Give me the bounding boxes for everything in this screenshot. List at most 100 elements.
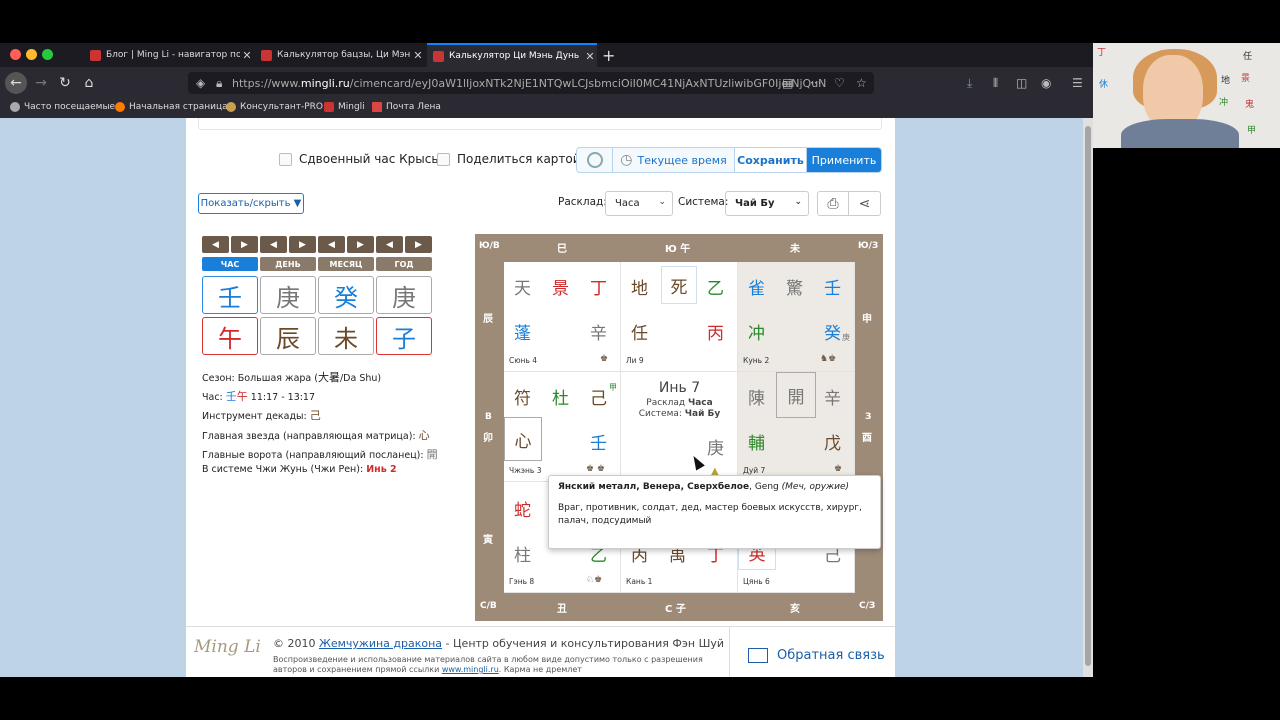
bookmark-start-page[interactable]: Начальная страница (115, 102, 228, 112)
sidebar-icon[interactable]: ◫ (1016, 76, 1027, 90)
palace-dui[interactable]: 陳 開 辛 輔 戊 Дуй 7 ♚ (738, 372, 855, 482)
direction-label: С/В (480, 601, 497, 611)
main-gate-info: Главные ворота (направляющий посланец): … (202, 448, 438, 461)
url-bar[interactable]: https://www. mingli.ru/cimencard/eyJ0aW1l… (188, 72, 874, 94)
close-tab-icon[interactable]: ✕ (240, 49, 254, 62)
download-icon[interactable]: ⤓ (967, 76, 972, 91)
forward-icon[interactable]: → (30, 72, 52, 94)
palace-zhen[interactable]: 符 杜 己 甲 心 壬 Чжэнь 3 ♚ ♚ (504, 372, 621, 482)
tab-bazi-calculator[interactable]: Калькулятор бацзы, Ци Мэнь ✕ (255, 43, 425, 67)
mingli-site-link[interactable]: www.mingli.ru (442, 665, 499, 674)
pillar-prev-button[interactable]: ◀ (318, 236, 345, 253)
pillar-next-button[interactable]: ▶ (405, 236, 432, 253)
firefox-icon (115, 102, 125, 112)
shield-icon[interactable]: ◈ (196, 76, 205, 90)
pillar-label[interactable]: МЕСЯЦ (318, 257, 374, 271)
pillar-prev-button[interactable]: ◀ (202, 236, 229, 253)
mingli-favicon-icon (433, 50, 444, 62)
clock-icon: ◷ (620, 152, 633, 168)
account-icon[interactable]: ◉ (1041, 76, 1051, 90)
reader-view-icon[interactable]: ▤ (782, 76, 793, 90)
feedback-link[interactable]: Обратная связь (748, 648, 885, 663)
back-icon[interactable]: ← (5, 72, 27, 94)
king-icon: ♚ (600, 354, 609, 364)
show-hide-button[interactable]: Показать/скрыть ▼ (198, 193, 304, 214)
qimen-chart: Ю/В 巳 Ю 午 未 Ю/З 辰 В 卯 寅 申 З 酉 戌 С/В 丑 С … (475, 234, 883, 621)
mingli-favicon-icon (324, 102, 334, 112)
menu-icon[interactable]: ☰ (1072, 76, 1083, 90)
system-select[interactable]: Чай Бу ⌄ (725, 191, 809, 216)
main-star-info: Главная звезда (направляющая матрица): 心 (202, 429, 430, 442)
pillar-stem: 壬 (202, 276, 258, 314)
minimize-window-button[interactable] (26, 49, 37, 60)
tab-blog[interactable]: Блог | Ming Li - навигатор по ✕ (84, 43, 254, 67)
maximize-window-button[interactable] (42, 49, 53, 60)
bookmark-most-visited[interactable]: Часто посещаемые (10, 102, 115, 112)
pocket-icon[interactable]: ♡ (834, 76, 845, 90)
page-content: Сдвоенный час Крысы Поделиться картой ◷ … (186, 118, 895, 677)
mingli-favicon-icon (90, 49, 101, 61)
print-icon[interactable]: ⎙ (817, 191, 849, 216)
bookmark-mingli[interactable]: Mingli (324, 102, 365, 112)
close-window-button[interactable] (10, 49, 21, 60)
pillar-next-button[interactable]: ▶ (289, 236, 316, 253)
new-tab-button[interactable]: + (602, 46, 615, 65)
target-button[interactable] (577, 148, 613, 172)
crosshair-icon (586, 152, 603, 168)
share-chart-checkbox[interactable]: Поделиться картой (437, 152, 581, 166)
action-button-group: ◷ Текущее время Сохранить Применить (576, 147, 882, 173)
palace-center[interactable]: Инь 7 Расклад Часа Система: Чай Бу 庚 ▲ (621, 372, 738, 482)
direction-label: 丑 (557, 604, 567, 615)
palace-kun[interactable]: 雀 驚 壬 冲 癸 庚 Кунь 2 ♞♚ (738, 262, 855, 372)
layout-label: Расклад: (558, 196, 607, 208)
pillar-prev-button[interactable]: ◀ (376, 236, 403, 253)
dragon-pearl-link[interactable]: Жемчужина дракона (319, 637, 442, 650)
usage-notice: Воспроизведение и использование материал… (273, 655, 703, 674)
pillar-branch: 午 (202, 317, 258, 355)
scrollbar-thumb[interactable] (1085, 126, 1091, 666)
pillar-label[interactable]: ЧАС (202, 257, 258, 271)
layout-select[interactable]: Часа ⌄ (605, 191, 673, 216)
pillar-label[interactable]: ГОД (376, 257, 432, 271)
save-button[interactable]: Сохранить (735, 148, 807, 172)
pillar-label[interactable]: ДЕНЬ (260, 257, 316, 271)
close-tab-icon[interactable]: ✕ (583, 50, 597, 63)
bookmark-consultant[interactable]: Консультант-PRO (226, 102, 323, 112)
page-background-left (0, 118, 186, 677)
bookmark-mail[interactable]: Почта Лена (372, 102, 441, 112)
gear-icon (10, 102, 20, 112)
pillar-branch: 未 (318, 317, 374, 355)
direction-label: Ю/З (858, 241, 879, 251)
pillar-next-button[interactable]: ▶ (347, 236, 374, 253)
king-icon: ♚ ♚ (586, 464, 605, 474)
direction-label: Ю/В (479, 241, 500, 251)
close-tab-icon[interactable]: ✕ (411, 49, 425, 62)
palace-li[interactable]: 地 死 乙 任 丙 Ли 9 (621, 262, 738, 372)
mingli-logo[interactable]: Ming Li (194, 637, 261, 657)
apply-button[interactable]: Применить (807, 148, 881, 172)
direction-label: В (485, 412, 492, 422)
pillar-branch: 辰 (260, 317, 316, 355)
home-icon[interactable]: ⌂ (78, 72, 100, 94)
double-rat-hour-checkbox[interactable]: Сдвоенный час Крысы (279, 152, 441, 166)
pillar-next-button[interactable]: ▶ (231, 236, 258, 253)
page-footer: Ming Li © 2010 Жемчужина дракона - Центр… (186, 626, 895, 677)
more-actions-icon[interactable]: ··· (810, 76, 821, 90)
reload-icon[interactable]: ↻ (54, 72, 76, 94)
palace-xun[interactable]: 天 景 丁 蓬 辛 Сюнь 4 ♚ (504, 262, 621, 372)
envelope-icon (748, 648, 768, 663)
direction-label: 未 (790, 244, 800, 255)
mingli-favicon-icon (261, 49, 272, 61)
pillar-stem: 庚 (376, 276, 432, 314)
horse-king-icon: ♞♚ (820, 354, 837, 364)
current-time-button[interactable]: ◷ Текущее время (613, 148, 735, 172)
direction-label: 辰 (483, 314, 493, 325)
pillar-prev-button[interactable]: ◀ (260, 236, 287, 253)
direction-label: Ю 午 (665, 244, 691, 255)
library-icon[interactable]: ⫴ (993, 76, 998, 91)
page-scrollbar[interactable] (1083, 118, 1093, 677)
mail-icon (372, 102, 382, 112)
tab-qimen-calculator[interactable]: Калькулятор Ци Мэнь Дунь Ц ✕ (427, 43, 597, 67)
bookmark-star-icon[interactable]: ☆ (856, 76, 867, 90)
share-icon[interactable]: ⋖ (849, 191, 881, 216)
